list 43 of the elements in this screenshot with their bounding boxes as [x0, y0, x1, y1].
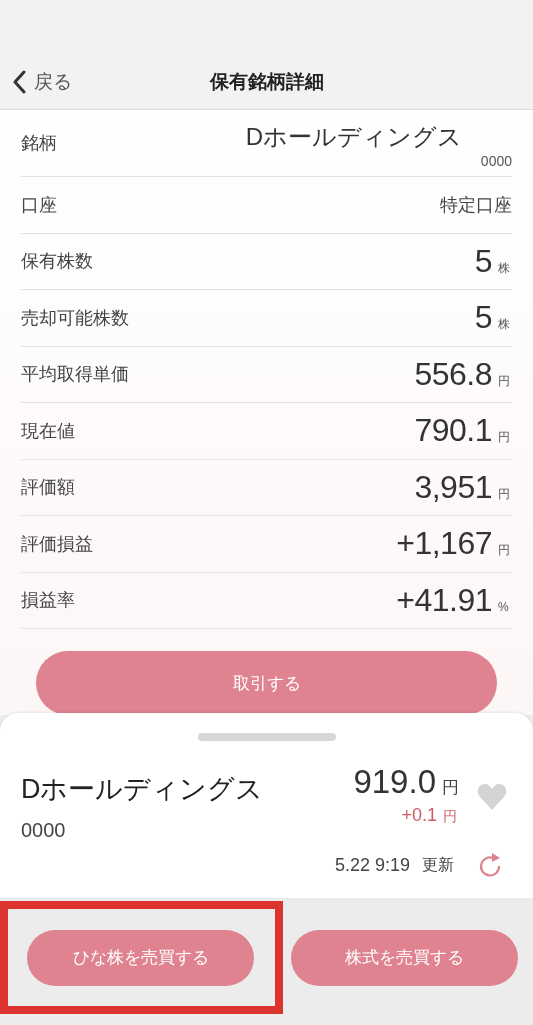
trade-button[interactable]: 取引する	[36, 651, 497, 715]
unit-label: 円	[498, 485, 511, 503]
row-value: +41.91	[396, 581, 492, 619]
row-label: 売却可能株数	[21, 306, 129, 330]
row-label: 評価損益	[21, 532, 93, 556]
stock-code: 0000	[480, 153, 512, 169]
unit-label: 円	[498, 429, 511, 447]
unit-label: %	[498, 599, 510, 614]
row-label: 現在値	[21, 419, 75, 443]
row-label: 評価額	[21, 476, 75, 500]
price-change: +0.1	[401, 805, 437, 826]
unit-label: 株	[498, 316, 511, 334]
row-label: 口座	[21, 193, 57, 217]
page-title: 保有銘柄詳細	[209, 70, 324, 94]
update-label: 更新	[422, 854, 454, 875]
unit-label: 円	[443, 808, 457, 826]
refresh-icon[interactable]	[478, 852, 502, 878]
update-time: 5.22 9:19	[334, 854, 410, 876]
row-value: 3,951	[414, 468, 492, 506]
row-value: 5	[474, 242, 492, 280]
row-value: 特定口座	[440, 193, 512, 217]
trade-type-button[interactable]: 株式を売買する	[291, 929, 518, 986]
row-value: 5	[474, 299, 492, 337]
back-button[interactable]: 戻る	[10, 67, 74, 97]
row-label: 保有株数	[21, 250, 93, 274]
stock-name: Dホールディングス	[245, 122, 462, 152]
row-value: 790.1	[414, 412, 492, 450]
stock-code: 0000	[21, 819, 67, 842]
unit-label: 円	[442, 777, 459, 799]
row-label: 平均取得単価	[21, 363, 129, 387]
row-label: 損益率	[21, 589, 75, 613]
row-value: 556.8	[414, 355, 492, 393]
row-value: +1,167	[396, 525, 492, 563]
stock-name: Dホールディングス	[21, 773, 265, 806]
unit-label: 株	[498, 259, 511, 277]
drag-handle[interactable]	[197, 733, 336, 741]
unit-label: 円	[498, 372, 511, 390]
price-value: 919.0	[353, 763, 436, 801]
trade-type-button[interactable]: ひな株を売買する	[27, 929, 254, 986]
unit-label: 円	[498, 542, 511, 560]
row-label: 銘柄	[21, 132, 57, 155]
back-icon	[12, 70, 26, 94]
heart-icon[interactable]	[477, 783, 507, 811]
